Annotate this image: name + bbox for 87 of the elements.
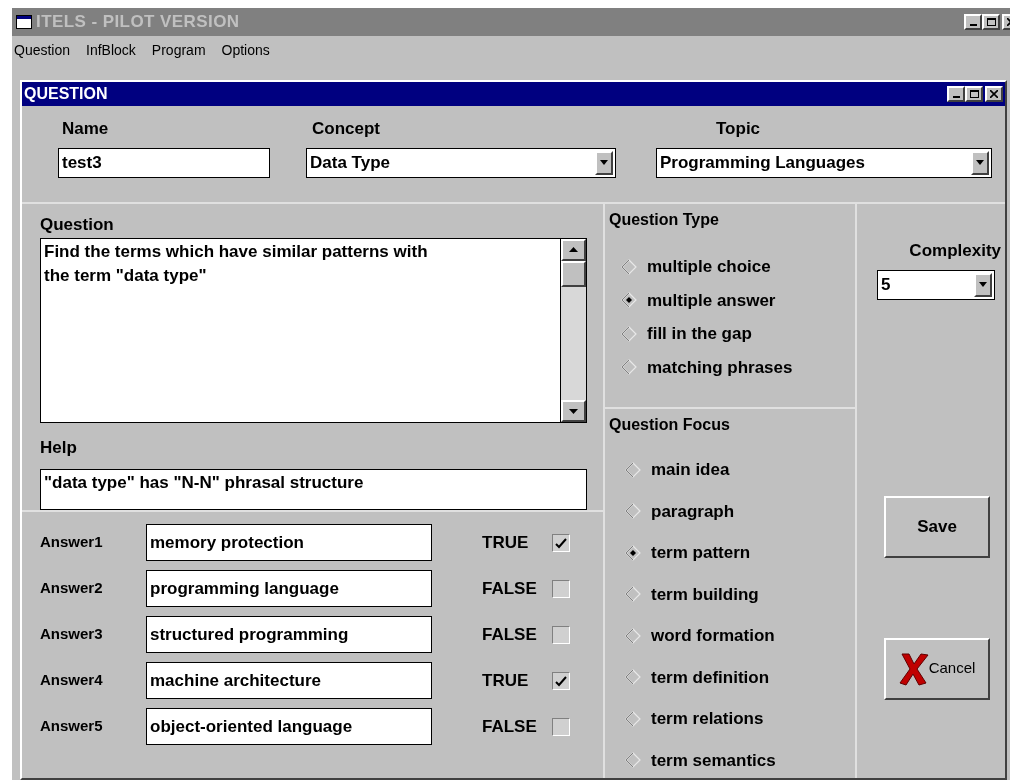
radio-button[interactable] <box>621 325 637 342</box>
radio-button[interactable] <box>621 258 637 275</box>
dropdown-button[interactable] <box>974 272 992 297</box>
answer-field[interactable]: memory protection <box>146 524 432 561</box>
question-label: Question <box>40 214 115 236</box>
dialog-title: QUESTION <box>24 84 109 104</box>
dropdown-button[interactable] <box>595 150 613 175</box>
truth-label: TRUE <box>482 669 530 692</box>
answer-field[interactable]: object-oriented language <box>146 708 432 745</box>
radio-label: term semantics <box>651 749 776 772</box>
question-focus-label: Question Focus <box>609 415 731 435</box>
radio-button[interactable] <box>625 586 641 603</box>
cancel-button[interactable]: Cancel <box>884 637 990 700</box>
radio-label: matching phrases <box>647 356 793 379</box>
save-button[interactable]: Save <box>884 495 990 558</box>
radio-label: term relations <box>651 708 764 730</box>
answer-label: Answer4 <box>40 670 104 691</box>
complexity-dropdown[interactable]: 5 <box>877 269 995 300</box>
maximize-button[interactable] <box>982 14 1000 30</box>
radio-label: main idea <box>651 459 730 481</box>
scroll-thumb[interactable] <box>561 260 586 287</box>
checkbox[interactable] <box>552 533 570 552</box>
checkbox[interactable] <box>552 717 570 736</box>
help-field[interactable]: "data type" has "N-N" phrasal structure <box>40 468 587 510</box>
menu-item[interactable]: InfBlock <box>86 39 136 61</box>
topic-label: Topic <box>715 118 762 140</box>
scroll-down-icon <box>569 408 578 414</box>
minimize-button[interactable] <box>964 14 982 30</box>
window-title: ITELS - PILOT VERSION <box>36 11 241 34</box>
question-textarea[interactable]: Find the terms which have similar patterns with the term "data type" <box>40 237 561 424</box>
answer-label: Answer3 <box>40 624 104 645</box>
vertical-scrollbar[interactable] <box>561 237 587 424</box>
complexity-label: Complexity <box>909 240 1002 262</box>
menu-item[interactable]: Program <box>151 39 206 61</box>
scroll-up-icon <box>569 247 578 252</box>
help-label: Help <box>40 437 78 460</box>
answer-field[interactable]: structured programming <box>146 616 432 653</box>
check-icon <box>555 536 567 549</box>
close-icon <box>990 90 998 98</box>
radio-label: multiple choice <box>647 256 771 278</box>
name-label: Name <box>61 118 110 140</box>
radio-button[interactable] <box>625 461 641 478</box>
dropdown-field[interactable]: Programming Languages <box>656 147 992 178</box>
menu-item[interactable]: Options <box>221 39 270 61</box>
window-icon <box>16 15 32 29</box>
radio-label: term pattern <box>651 542 751 564</box>
radio-label: paragraph <box>651 500 735 523</box>
checkbox[interactable] <box>552 579 570 598</box>
radio-label: multiple answer <box>647 289 776 312</box>
dropdown-field[interactable]: Data Type <box>306 147 616 178</box>
minimize-button[interactable] <box>947 86 965 102</box>
menu-item[interactable]: Question <box>14 39 71 61</box>
check-icon <box>555 674 567 687</box>
concept-label: Concept <box>311 118 381 140</box>
truth-label: FALSE <box>482 623 538 646</box>
radio-button[interactable] <box>625 752 641 769</box>
radio-label: word formation <box>651 625 775 647</box>
answer-field[interactable]: programming language <box>146 570 432 607</box>
checkbox[interactable] <box>552 671 570 690</box>
question-text: Find the terms which have similar patterns with the term "data type" <box>44 240 429 287</box>
truth-label: FALSE <box>482 577 538 600</box>
radio-label: term building <box>651 583 759 606</box>
radio-button[interactable] <box>625 627 641 644</box>
truth-label: TRUE <box>482 531 530 554</box>
radio-button[interactable] <box>625 710 641 727</box>
radio-label: fill in the gap <box>647 323 752 345</box>
dropdown-button[interactable] <box>971 150 989 175</box>
radio-label: term definition <box>651 666 770 689</box>
radio-button[interactable] <box>625 669 641 686</box>
radio-button[interactable] <box>621 359 637 376</box>
name-field[interactable]: test3 <box>58 147 270 178</box>
radio-button[interactable] <box>621 292 637 309</box>
x-icon <box>898 651 929 686</box>
truth-label: FALSE <box>482 715 538 738</box>
answer-label: Answer2 <box>40 578 104 599</box>
caret-icon <box>979 282 987 287</box>
answer-label: Answer5 <box>40 716 104 737</box>
radio-button[interactable] <box>625 503 641 520</box>
caret-icon <box>600 160 608 165</box>
answer-field[interactable]: machine architecture <box>146 662 432 699</box>
close-button[interactable] <box>985 86 1003 102</box>
radio-button[interactable] <box>625 544 641 561</box>
maximize-button[interactable] <box>965 86 983 102</box>
question-type-label: Question Type <box>609 210 720 230</box>
caret-icon <box>976 160 984 165</box>
checkbox[interactable] <box>552 625 570 644</box>
answer-label: Answer1 <box>40 532 104 553</box>
